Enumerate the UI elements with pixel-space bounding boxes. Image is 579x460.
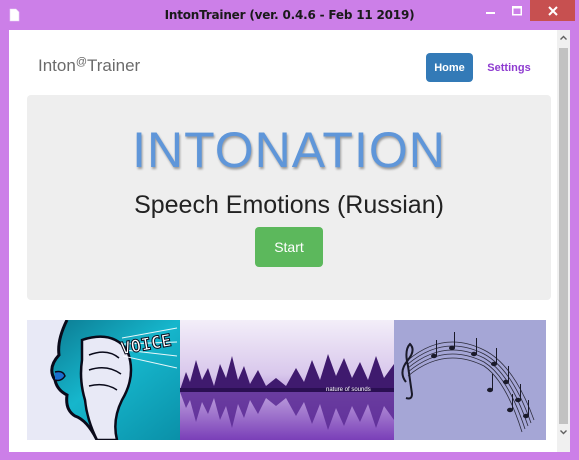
start-button[interactable]: Start — [255, 227, 323, 267]
hero-panel: INTONATION Speech Emotions (Russian) Sta… — [27, 95, 551, 300]
scroll-down-icon[interactable] — [557, 426, 570, 438]
music-notes-image — [394, 320, 546, 440]
navbar: Inton@Trainer Home Settings — [9, 30, 557, 100]
close-icon — [547, 5, 558, 16]
hero-subtitle: Speech Emotions (Russian) — [134, 191, 444, 219]
title-bar[interactable]: IntonTrainer (ver. 0.4.6 - Feb 11 2019) — [0, 0, 579, 30]
nature-image: nature of sounds — [180, 320, 394, 440]
maximize-button[interactable] — [504, 0, 530, 21]
brand-end: Trainer — [86, 56, 141, 75]
nav-home-button[interactable]: Home — [426, 53, 473, 82]
voice-image: VOICE — [27, 320, 180, 440]
maximize-icon — [512, 5, 522, 15]
nature-caption: nature of sounds — [326, 387, 371, 393]
client-area: Inton@Trainer Home Settings INTONATION S… — [9, 30, 570, 452]
image-strip: VOICE nature of sounds — [27, 320, 547, 440]
minimize-button[interactable] — [478, 0, 504, 21]
brand-at: @ — [75, 56, 87, 68]
hero-title: INTONATION — [132, 122, 446, 178]
close-button[interactable] — [530, 0, 575, 21]
minimize-icon — [486, 11, 495, 14]
app-window: IntonTrainer (ver. 0.4.6 - Feb 11 2019) … — [0, 0, 579, 460]
scrollbar-thumb[interactable] — [559, 48, 568, 424]
brand-logo[interactable]: Inton@Trainer — [38, 56, 140, 76]
nav-settings-link[interactable]: Settings — [481, 53, 537, 82]
brand-main: Inton — [38, 56, 76, 75]
vertical-scrollbar[interactable] — [557, 30, 570, 452]
scroll-up-icon[interactable] — [557, 32, 570, 44]
